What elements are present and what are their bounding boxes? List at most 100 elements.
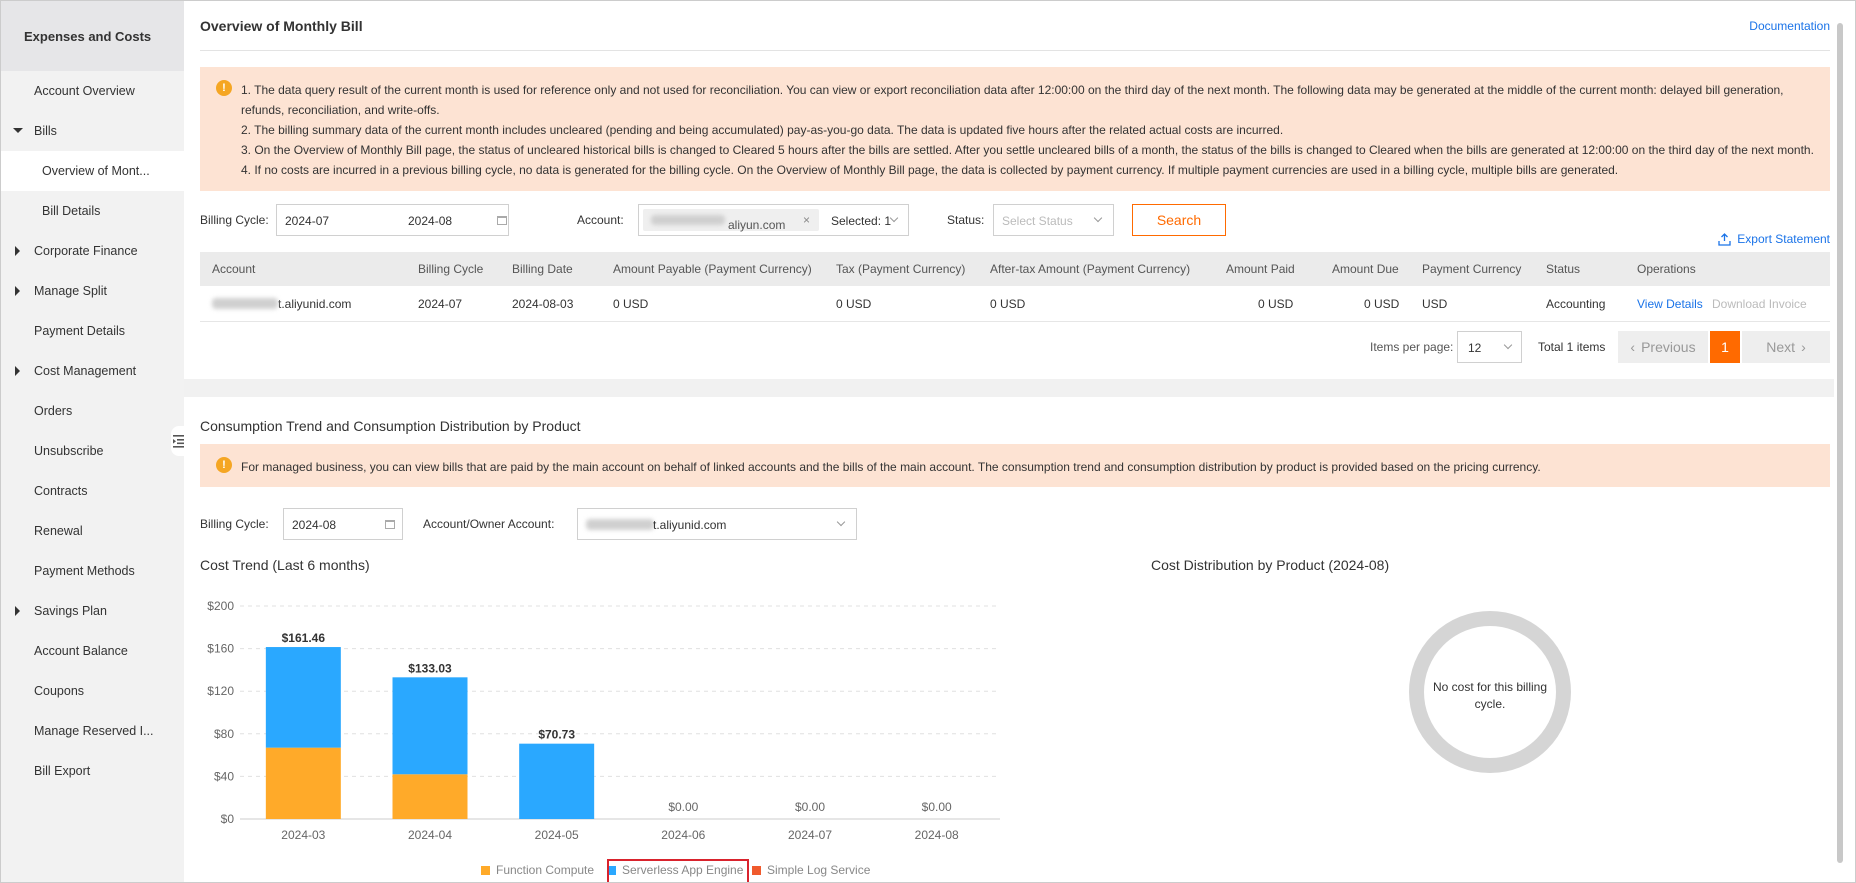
sidebar-item-payment-details[interactable]: Payment Details [1, 311, 184, 351]
sidebar-item-bills[interactable]: Bills [1, 111, 184, 151]
cycle-start-value: 2024-07 [285, 214, 330, 228]
sidebar-item-label: Renewal [34, 524, 83, 538]
currency-cell: USD [1422, 296, 1448, 311]
chevron-down-icon [836, 517, 846, 527]
page-size-select[interactable]: 12 [1457, 331, 1522, 363]
next-label: Next [1766, 339, 1796, 355]
highlight-box [607, 859, 749, 882]
chip-close-icon[interactable]: × [803, 213, 810, 227]
sidebar-item-label: Contracts [34, 484, 88, 498]
account-chip: aliyun.com × [643, 209, 819, 232]
x-tick-label: 2024-08 [915, 828, 959, 842]
bar-total-label: $0.00 [795, 800, 825, 814]
sidebar-item-contracts[interactable]: Contracts [1, 471, 184, 511]
sidebar-item-overview-of-monthly-bill[interactable]: Overview of Mont... [1, 151, 184, 191]
notice-line: 1. The data query result of the current … [241, 83, 1784, 117]
pagination: Items per page: 12 Total 1 items ‹ Previo… [1370, 331, 1830, 363]
sidebar-item-bill-export[interactable]: Bill Export [1, 751, 184, 791]
table-header: Account Billing Cycle Billing Date Amoun… [200, 252, 1830, 286]
sidebar-item-savings-plan[interactable]: Savings Plan [1, 591, 184, 631]
billing-cycle-range-picker[interactable]: 2024-07 2024-08 [276, 204, 509, 236]
legend-swatch [752, 865, 761, 875]
scrollbar-thumb[interactable] [1837, 23, 1843, 863]
status-placeholder: Select Status [1002, 214, 1073, 228]
sidebar-item-cost-management[interactable]: Cost Management [1, 351, 184, 391]
y-tick-label: $0 [221, 812, 235, 826]
calendar-icon [497, 216, 507, 225]
cost-trend-title: Cost Trend (Last 6 months) [200, 557, 370, 573]
main-content: Overview of Monthly Bill Documentation !… [184, 1, 1846, 882]
sidebar-item-manage-split[interactable]: Manage Split [1, 271, 184, 311]
x-tick-label: 2024-06 [661, 828, 705, 842]
status-label: Status: [947, 213, 985, 227]
bar-total-label: $0.00 [668, 800, 698, 814]
warning-icon: ! [216, 80, 232, 96]
selected-count: Selected: 1 [831, 214, 892, 228]
notice-text: For managed business, you can view bills… [241, 460, 1541, 474]
sidebar-item-payment-methods[interactable]: Payment Methods [1, 551, 184, 591]
bar-segment [265, 747, 341, 819]
billing-cycle-picker[interactable]: 2024-08 [283, 508, 403, 540]
y-tick-label: $120 [207, 684, 234, 698]
search-button[interactable]: Search [1132, 204, 1226, 236]
notice-line: 4. If no costs are incurred in a previou… [241, 163, 1619, 177]
status-select[interactable]: Select Status [993, 204, 1114, 236]
billing-cycle-value: 2024-08 [292, 518, 337, 532]
tax-cell: 0 USD [836, 296, 872, 311]
bill-filter-bar: Billing Cycle: 2024-07 2024-08 Account: … [200, 204, 1830, 246]
view-details-link[interactable]: View Details [1637, 286, 1703, 321]
caret-right-icon [15, 366, 20, 376]
next-page-button[interactable]: Next › [1742, 331, 1830, 363]
section-divider [184, 379, 1846, 397]
bar-total-label: $133.03 [408, 661, 452, 675]
account-cell: t.aliyunid.com [212, 286, 351, 321]
sidebar-item-unsubscribe[interactable]: Unsubscribe [1, 431, 184, 471]
calendar-icon [385, 520, 395, 529]
sidebar-item-label: Payment Details [34, 324, 126, 338]
managed-business-notice: ! For managed business, you can view bil… [200, 444, 1830, 487]
column-header: Billing Date [512, 262, 573, 276]
sidebar-item-renewal[interactable]: Renewal [1, 511, 184, 551]
legend-function-compute[interactable]: Function Compute [481, 863, 594, 877]
sidebar-item-label: Coupons [34, 684, 85, 698]
legend-label: Function Compute [496, 863, 595, 877]
chart-legend: Function Compute Serverless App Engine S… [184, 859, 1184, 882]
bar-segment [265, 647, 341, 748]
no-cost-message: No cost for this billing cycle. [1432, 680, 1548, 711]
account-owner-select[interactable]: t.aliyunid.com [577, 508, 857, 540]
page-header: Overview of Monthly Bill Documentation [200, 1, 1830, 51]
sidebar-item-corporate-finance[interactable]: Corporate Finance [1, 231, 184, 271]
sidebar-item-bill-details[interactable]: Bill Details [1, 191, 184, 231]
documentation-link[interactable]: Documentation [1749, 19, 1830, 33]
after-tax-cell: 0 USD [990, 296, 1026, 311]
export-statement-button[interactable]: Export Statement [1718, 232, 1830, 246]
legend-label: Simple Log Service [767, 863, 871, 877]
billing-date-cell: 2024-08-03 [512, 296, 574, 311]
sidebar-item-label: Bill Details [42, 204, 101, 218]
cost-trend-chart: $0 $40 $80 $120 $160 $200 $161.46 2024-03 $133.0… [207, 599, 1000, 842]
download-invoice-link[interactable]: Download Invoice [1712, 286, 1807, 321]
legend-simple-log-service[interactable]: Simple Log Service [752, 863, 870, 877]
bar-total-label: $70.73 [538, 728, 575, 742]
sidebar-item-orders[interactable]: Orders [1, 391, 184, 431]
column-header: Operations [1637, 262, 1696, 276]
y-tick-label: $200 [207, 599, 234, 613]
sidebar-item-manage-reserved[interactable]: Manage Reserved I... [1, 711, 184, 751]
collapse-sidebar-handle[interactable] [171, 426, 185, 456]
column-header: Tax (Payment Currency) [836, 262, 966, 276]
sidebar-item-coupons[interactable]: Coupons [1, 671, 184, 711]
column-header: Amount Payable (Payment Currency) [613, 262, 812, 276]
notice-line: 3. On the Overview of Monthly Bill page,… [241, 143, 1814, 157]
sidebar-item-account-balance[interactable]: Account Balance [1, 631, 184, 671]
sidebar-item-label: Orders [34, 404, 73, 418]
sidebar-item-account-overview[interactable]: Account Overview [1, 71, 184, 111]
x-tick-label: 2024-04 [408, 828, 452, 842]
bar-total-label: $0.00 [922, 800, 952, 814]
page-1-button[interactable]: 1 [1710, 331, 1740, 363]
warning-icon: ! [216, 457, 232, 473]
account-owner-value: t.aliyunid.com [653, 518, 727, 532]
account-select[interactable]: aliyun.com × Selected: 1 [638, 204, 909, 236]
previous-page-button[interactable]: ‹ Previous [1618, 331, 1708, 363]
vertical-scrollbar[interactable] [1834, 1, 1846, 882]
items-per-page-label: Items per page: [1370, 340, 1454, 354]
